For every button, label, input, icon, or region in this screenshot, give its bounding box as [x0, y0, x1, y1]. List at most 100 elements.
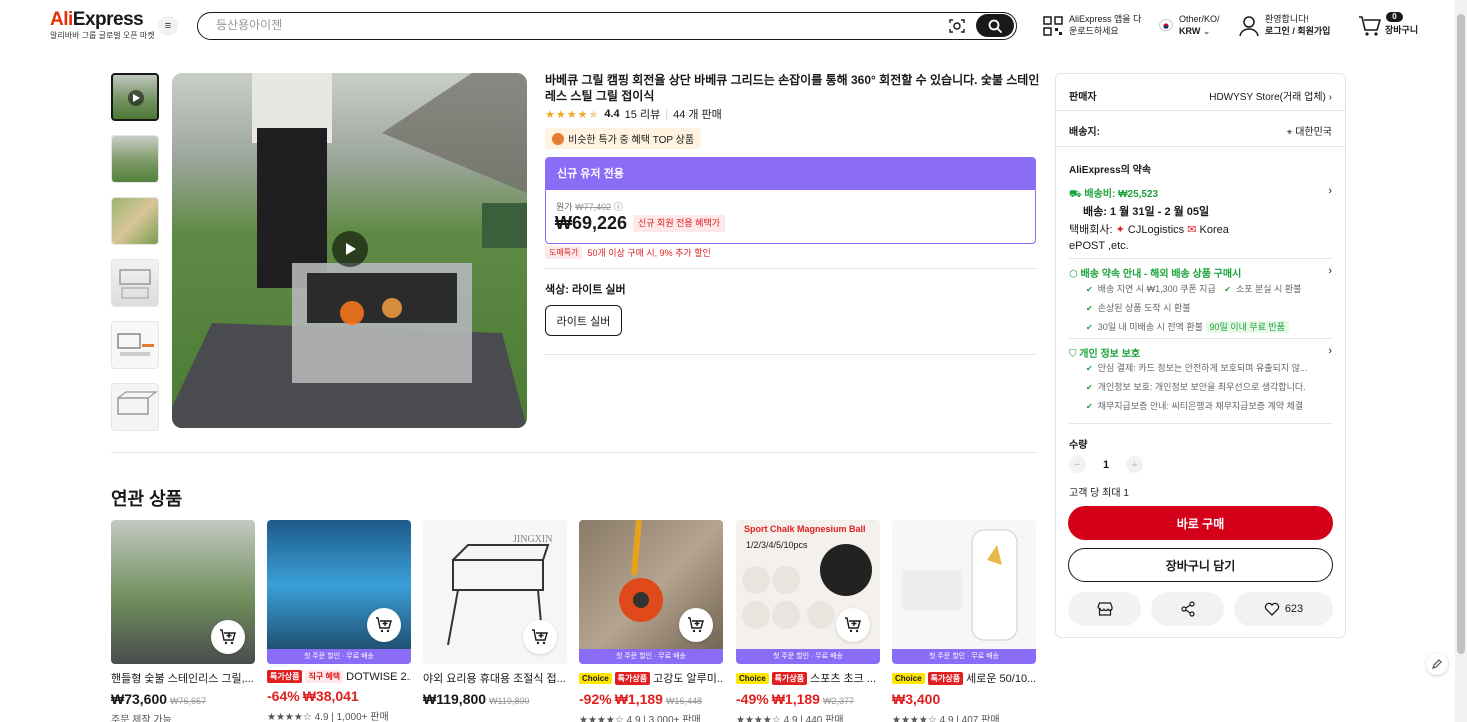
quantity-value[interactable]: 1 — [1096, 459, 1116, 471]
first-order-banner: 첫 주문 할인 · 무료 배송 — [579, 649, 723, 664]
related-product-image[interactable]: 첫 주문 할인 · 무료 배송 — [892, 520, 1036, 664]
current-price: ₩69,226 — [555, 213, 628, 233]
thumbnail-6[interactable] — [111, 383, 159, 431]
deal-tag: 특가상품 — [771, 671, 808, 685]
search-input[interactable] — [216, 18, 916, 32]
related-product-card[interactable]: Sport Chalk Magnesium Ball 1/2/3/4/5/10pc… — [736, 520, 880, 722]
related-product-name[interactable]: 특가상품 직구 혜택 DOTWISE 2... — [267, 670, 411, 683]
page-scrollbar[interactable] — [1455, 0, 1467, 722]
related-product-card[interactable]: 첫 주문 할인 · 무료 배송 특가상품 직구 혜택 DOTWISE 2... -6… — [267, 520, 411, 722]
cj-logo-icon: ✦ — [1115, 224, 1125, 236]
divider — [1056, 146, 1345, 147]
carrier-a: CJLogistics — [1127, 224, 1185, 236]
thumbnail-3[interactable] — [111, 197, 159, 245]
divider — [1069, 423, 1332, 424]
add-to-cart-button[interactable]: 장바구니 담기 — [1068, 548, 1333, 582]
related-price-value: ₩1,189 — [614, 691, 663, 707]
related-orig-price: ₩16,448 — [665, 696, 702, 706]
related-product-image[interactable]: 첫 주문 할인 · 무료 배송 — [267, 520, 411, 664]
share-button[interactable] — [1151, 592, 1224, 626]
add-to-cart-button[interactable] — [523, 620, 557, 654]
privacy-row[interactable]: ⛉ 개인 정보 보호 › — [1069, 345, 1332, 360]
related-product-price: -49% ₩1,189 ₩2,377 — [736, 691, 880, 707]
increase-button[interactable]: + — [1126, 456, 1143, 473]
thumbnail-2[interactable] — [111, 135, 159, 183]
add-to-cart-button[interactable] — [836, 608, 870, 642]
promise-item: ✔ 30일 내 미배송 시 전액 환불 90일 이내 무료 반품 — [1086, 318, 1332, 337]
related-product-card[interactable]: 핸들형 숯불 스테인리스 그릴,... ₩73,600 ₩76,667 주문 제작… — [111, 520, 255, 722]
star-icon: ★ — [545, 108, 555, 121]
related-product-price: ₩73,600 ₩76,667 — [111, 691, 255, 707]
quantity-label: 수량 — [1069, 440, 1088, 451]
menu-icon[interactable]: ≡ — [158, 16, 178, 36]
cart-label[interactable]: 장바구니 — [1385, 24, 1418, 36]
related-product-name[interactable]: Choice 특가상품 스포츠 초크 ... — [736, 670, 880, 686]
promise-1a: 배송 지연 시 ₩1,300 쿠폰 지급 — [1097, 284, 1216, 294]
related-product-card[interactable]: 첫 주문 할인 · 무료 배송 Choice 특가상품 고강도 알루미... -92… — [579, 520, 723, 722]
add-to-cart-button[interactable] — [211, 620, 245, 654]
related-product-name[interactable]: 핸들형 숯불 스테인리스 그릴,... — [111, 670, 255, 686]
ship-to-value[interactable]: ⌖ 대한민국 — [1287, 123, 1332, 138]
related-product-name[interactable]: 야외 요리용 휴대용 조절식 접... — [423, 670, 567, 686]
ship-to-row[interactable]: 배송지: ⌖ 대한민국 — [1069, 123, 1332, 138]
info-icon[interactable]: ⓘ — [614, 202, 623, 212]
promise-2: 손상된 상품 도착 시 환불 — [1097, 303, 1191, 313]
related-product-image[interactable]: Sport Chalk Magnesium Ball 1/2/3/4/5/10pc… — [736, 520, 880, 664]
chevron-down-icon: ⌄ — [1202, 26, 1211, 36]
shield-icon: ⛉ — [1069, 349, 1077, 360]
store-button[interactable] — [1068, 592, 1141, 626]
buy-now-button[interactable]: 바로 구매 — [1068, 506, 1333, 540]
edit-feedback-button[interactable] — [1426, 653, 1448, 675]
divider — [111, 452, 1036, 453]
privacy-list: ✔ 안심 결제: 카드 정보는 안전하게 보호되며 유출되지 않... ✔ 개인정보… — [1086, 359, 1332, 416]
related-product-card[interactable]: 첫 주문 할인 · 무료 배송 Choice 특가상품 세로운 50/10... ₩… — [892, 520, 1036, 722]
scrollbar-thumb[interactable] — [1457, 14, 1465, 654]
decrease-button[interactable]: − — [1069, 456, 1086, 473]
seller-row[interactable]: 판매자 HDWYSY Store(거래 업체) › — [1069, 88, 1332, 103]
wishlist-button[interactable]: 623 — [1234, 592, 1333, 626]
related-product-image[interactable]: 첫 주문 할인 · 무료 배송 — [579, 520, 723, 664]
add-to-cart-button[interactable] — [367, 608, 401, 642]
related-product-image[interactable] — [111, 520, 255, 664]
qr-code-icon[interactable] — [1043, 16, 1063, 36]
login-link[interactable]: 환영합니다! 로그인 / 회원가입 — [1265, 13, 1330, 37]
app-download-link[interactable]: AliExpress 앱을 다 운로드하세요 — [1069, 13, 1141, 37]
image-search-icon[interactable] — [948, 17, 966, 35]
locale-selector[interactable]: Other/KO/ KRW ⌄ — [1179, 13, 1220, 37]
video-play-button[interactable] — [332, 231, 368, 267]
carrier-info: 택배회사: ✦ CJLogistics ✉ Korea ePOST ,etc. — [1069, 222, 1332, 254]
cart-icon[interactable] — [1358, 15, 1382, 37]
related-product-name[interactable]: Choice 특가상품 고강도 알루미... — [579, 670, 723, 686]
privacy-1: 안심 결제: 카드 정보는 안전하게 보호되며 유출되지 않... — [1097, 363, 1308, 373]
rating-row[interactable]: ★ ★ ★ ★ ★ 4.4 15 리뷰 | 44 개 판매 — [545, 107, 722, 121]
box-icon: ⬡ — [1069, 269, 1078, 280]
thumbnail-5[interactable] — [111, 321, 159, 369]
max-per-customer: 고객 당 최대 1 — [1069, 488, 1129, 499]
thumbnail-list — [111, 73, 161, 445]
color-option-button[interactable]: 라이트 실버 — [545, 305, 622, 336]
promise-item: ✔ 손상된 상품 도착 시 환불 — [1086, 299, 1332, 318]
delivery-promise-row[interactable]: ⬡ 배송 약속 안내 - 해외 배송 상품 구매시 › — [1069, 265, 1332, 280]
related-product-image[interactable]: JINGXIN — [423, 520, 567, 664]
related-price-value: ₩1,189 — [771, 691, 820, 707]
thumbnail-4[interactable] — [111, 259, 159, 307]
related-product-name[interactable]: Choice 특가상품 세로운 50/10... — [892, 670, 1036, 686]
seller-name[interactable]: HDWYSY Store(거래 업체) › — [1209, 88, 1332, 103]
add-to-cart-button[interactable] — [679, 608, 713, 642]
privacy-3: 채무지급보증 안내: 씨티은행과 채무지급보증 계약 체결 — [1097, 401, 1304, 411]
related-product-card[interactable]: JINGXIN 야외 요리용 휴대용 조절식 접... ₩119,800 ₩119… — [423, 520, 567, 707]
aliexpress-logo[interactable]: AliExpress 알리바바 그룹 글로벌 오픈 마켓 — [50, 9, 155, 41]
user-icon[interactable] — [1239, 15, 1259, 37]
product-main-image[interactable] — [172, 73, 527, 428]
search-button[interactable] — [976, 14, 1014, 37]
search-bar — [197, 12, 1017, 40]
related-product-meta: ★★★★☆ 4.9 | 440 판매 — [736, 715, 844, 722]
direct-tag: 직구 혜택 — [305, 670, 344, 683]
wholesale-tag: 도매특가 — [545, 246, 583, 259]
privacy-item: ✔ 채무지급보증 안내: 씨티은행과 채무지급보증 계약 체결 — [1086, 397, 1332, 416]
delivery-promise-list: ✔ 배송 지연 시 ₩1,300 쿠폰 지급 ✔ 소포 분실 시 환불 ✔ 손상된 상… — [1086, 280, 1332, 337]
privacy-item: ✔ 안심 결제: 카드 정보는 안전하게 보호되며 유출되지 않... — [1086, 359, 1321, 378]
shipping-fee-row[interactable]: ⛟ 배송비: ₩25,523 › — [1069, 185, 1332, 202]
review-count[interactable]: 15 리뷰 — [625, 106, 661, 122]
thumbnail-1[interactable] — [111, 73, 159, 121]
